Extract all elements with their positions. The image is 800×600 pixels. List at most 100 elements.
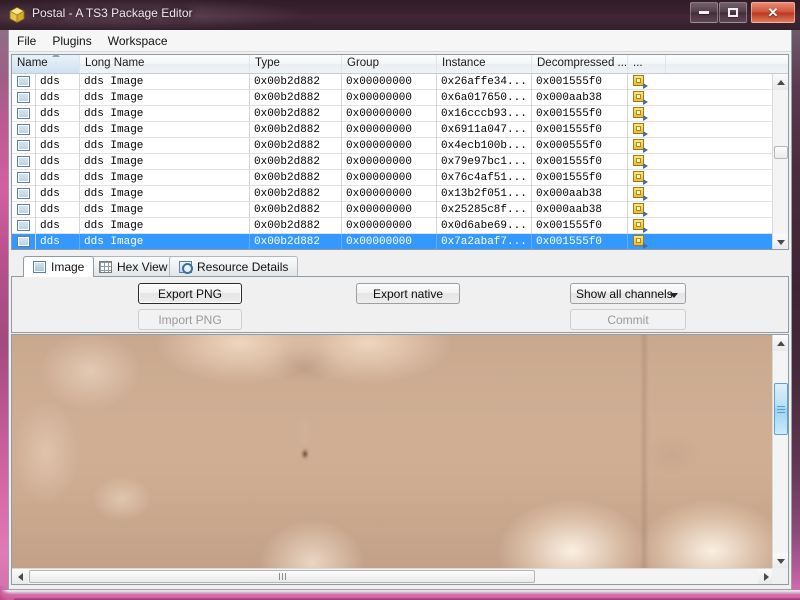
row-package-icon[interactable] [628, 170, 650, 186]
row-package-icon[interactable] [628, 106, 650, 122]
scrollbar-grip-icon [777, 404, 785, 415]
tab-hex-view[interactable]: Hex View [89, 256, 178, 277]
row-package-icon[interactable] [628, 186, 650, 202]
window-title: Postal - A TS3 Package Editor [32, 6, 193, 20]
column-header-decompressed[interactable]: Decompressed ... [532, 55, 628, 73]
chevron-down-icon [777, 239, 785, 245]
table-row[interactable]: dds dds Image 0x00b2d882 0x00000000 0x79e97b… [12, 153, 772, 170]
preview-scroll-left-button[interactable] [12, 569, 28, 584]
table-row[interactable]: dds dds Image 0x00b2d882 0x00000000 0x4ecb10… [12, 137, 772, 154]
cell-instance: 0x4ecb100b... [437, 137, 532, 154]
preview-horizontal-scrollbar[interactable] [12, 568, 774, 584]
cell-type: 0x00b2d882 [250, 153, 342, 170]
row-package-icon[interactable] [628, 138, 650, 154]
column-header-overflow[interactable]: ... [628, 55, 666, 73]
table-row[interactable]: dds dds Image 0x00b2d882 0x00000000 0x6a0176… [12, 89, 772, 106]
image-controls-panel: Export PNG Import PNG Export native Show… [11, 276, 789, 333]
cell-decompressed: 0x000aab38 [532, 201, 628, 218]
cell-instance: 0x79e97bc1... [437, 153, 532, 170]
preview-hscrollbar-thumb[interactable] [29, 570, 535, 583]
menu-item-file[interactable]: File [9, 31, 44, 51]
table-row[interactable]: dds dds Image 0x00b2d882 0x00000000 0x26affe… [12, 74, 772, 90]
row-package-icon[interactable] [628, 154, 650, 170]
table-scroll-up-button[interactable] [773, 74, 788, 90]
channel-select-dropdown[interactable]: Show all channels [570, 283, 686, 304]
cell-decompressed: 0x001555f0 [532, 233, 628, 249]
column-header-instance[interactable]: Instance [437, 55, 532, 73]
table-vertical-scrollbar[interactable] [772, 74, 788, 249]
row-package-icon[interactable] [628, 122, 650, 138]
close-icon: ✕ [767, 4, 779, 20]
image-preview-panel [11, 334, 789, 585]
maximize-button[interactable] [719, 2, 747, 23]
cell-type: 0x00b2d882 [250, 185, 342, 202]
row-package-icon[interactable] [628, 202, 650, 218]
cell-instance: 0x13b2f051... [437, 185, 532, 202]
cell-name: dds [36, 89, 80, 106]
preview-scroll-down-button[interactable] [773, 553, 788, 569]
cell-type: 0x00b2d882 [250, 169, 342, 186]
cell-decompressed: 0x001555f0 [532, 105, 628, 122]
cell-decompressed: 0x000aab38 [532, 185, 628, 202]
dds-texture-preview[interactable] [12, 335, 774, 569]
table-row[interactable]: dds dds Image 0x00b2d882 0x00000000 0x0d6abe… [12, 217, 772, 234]
chevron-up-icon [777, 340, 785, 346]
cell-name: dds [36, 105, 80, 122]
table-row[interactable]: dds dds Image 0x00b2d882 0x00000000 0x76c4af… [12, 169, 772, 186]
cell-type: 0x00b2d882 [250, 233, 342, 249]
tab-image-label: Image [51, 260, 85, 274]
cell-name: dds [36, 153, 80, 170]
row-image-icon [12, 105, 36, 122]
tab-resource-details[interactable]: Resource Details [169, 256, 299, 277]
preview-vertical-scrollbar[interactable] [772, 335, 788, 569]
row-image-icon [12, 169, 36, 186]
cell-type: 0x00b2d882 [250, 201, 342, 218]
title-bar[interactable]: Postal - A TS3 Package Editor ✕ [0, 0, 800, 30]
row-package-icon[interactable] [628, 90, 650, 106]
cell-type: 0x00b2d882 [250, 74, 342, 90]
cell-type: 0x00b2d882 [250, 217, 342, 234]
application-window: Postal - A TS3 Package Editor ✕ File Plu… [0, 0, 800, 600]
column-header-instance-label: Instance [442, 57, 486, 69]
table-row[interactable]: dds dds Image 0x00b2d882 0x00000000 0x7a2aba… [12, 233, 772, 249]
preview-vscrollbar-thumb[interactable] [774, 383, 788, 435]
table-row[interactable]: dds dds Image 0x00b2d882 0x00000000 0x6911a0… [12, 121, 772, 138]
window-frame-left [0, 30, 8, 600]
cell-name: dds [36, 201, 80, 218]
row-image-icon [12, 153, 36, 170]
minimize-button[interactable] [690, 2, 718, 23]
export-native-button[interactable]: Export native [356, 283, 460, 304]
table-scrollbar-thumb[interactable] [774, 146, 788, 159]
column-header-group[interactable]: Group [342, 55, 437, 73]
cell-group: 0x00000000 [342, 185, 437, 202]
column-header-name[interactable]: Name [12, 55, 80, 73]
cell-long-name: dds Image [80, 153, 250, 170]
row-package-icon[interactable] [628, 234, 650, 249]
chevron-up-icon [777, 79, 785, 85]
column-header-type[interactable]: Type [250, 55, 342, 73]
cell-instance: 0x16cccb93... [437, 105, 532, 122]
tab-image[interactable]: Image [23, 256, 95, 277]
column-header-long-name[interactable]: Long Name [80, 55, 250, 73]
export-png-button[interactable]: Export PNG [138, 283, 242, 304]
close-button[interactable]: ✕ [751, 2, 795, 23]
tab-strip: Image Hex View Resource Details [11, 256, 789, 277]
table-row[interactable]: dds dds Image 0x00b2d882 0x00000000 0x25285c… [12, 201, 772, 218]
row-package-icon[interactable] [628, 74, 650, 90]
table-row[interactable]: dds dds Image 0x00b2d882 0x00000000 0x13b2f0… [12, 185, 772, 202]
scrollbar-corner [772, 568, 788, 584]
cell-group: 0x00000000 [342, 233, 437, 249]
row-package-icon[interactable] [628, 218, 650, 234]
row-image-icon [12, 233, 36, 249]
table-row[interactable]: dds dds Image 0x00b2d882 0x00000000 0x16cccb… [12, 105, 772, 122]
table-header-row: Name Long Name Type Group Instance Decom… [12, 55, 788, 74]
cell-long-name: dds Image [80, 233, 250, 249]
preview-scroll-up-button[interactable] [773, 335, 788, 351]
menu-item-plugins[interactable]: Plugins [44, 31, 99, 51]
cell-decompressed: 0x001555f0 [532, 217, 628, 234]
cell-group: 0x00000000 [342, 74, 437, 90]
table-scroll-down-button[interactable] [773, 234, 788, 249]
row-image-icon [12, 137, 36, 154]
cell-name: dds [36, 217, 80, 234]
menu-item-workspace[interactable]: Workspace [100, 31, 176, 51]
